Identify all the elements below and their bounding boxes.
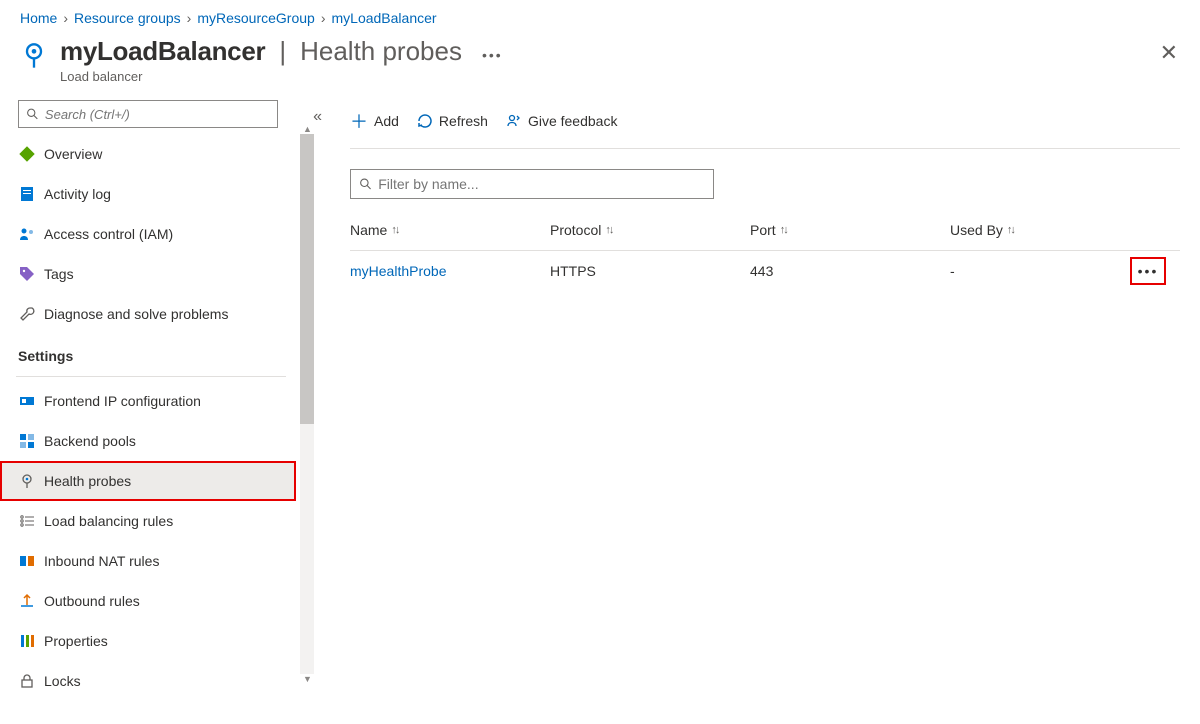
chevron-right-icon: › [63, 10, 68, 26]
cell-protocol: HTTPS [550, 263, 750, 279]
log-icon [18, 185, 36, 203]
add-button[interactable]: ＋ Add [350, 108, 399, 134]
properties-icon [18, 632, 36, 650]
sidebar-item-label: Frontend IP configuration [44, 393, 201, 409]
sidebar-item-label: Inbound NAT rules [44, 553, 159, 569]
cell-port: 443 [750, 263, 950, 279]
table-row[interactable]: myHealthProbe HTTPS 443 - ••• [350, 251, 1180, 291]
breadcrumb-home[interactable]: Home [20, 10, 57, 26]
breadcrumb-resource-groups[interactable]: Resource groups [74, 10, 181, 26]
sidebar-section-settings: Settings [0, 334, 296, 372]
search-icon [26, 107, 39, 121]
page-header: myLoadBalancer | Health probes ••• Load … [0, 32, 1200, 94]
sort-icon: ↑↓ [780, 224, 787, 236]
add-label: Add [374, 113, 399, 129]
refresh-label: Refresh [439, 113, 488, 129]
sidebar-item-lb-rules[interactable]: Load balancing rules [0, 501, 296, 541]
scrollbar-thumb[interactable] [300, 134, 314, 424]
sidebar-item-health-probes[interactable]: Health probes [0, 461, 296, 501]
sidebar: « ▲ ▼ Overview Activity log Access contr… [0, 94, 296, 718]
sidebar-item-backend-pools[interactable]: Backend pools [0, 421, 296, 461]
breadcrumb-loadbalancer[interactable]: myLoadBalancer [332, 10, 437, 26]
sort-icon: ↑↓ [391, 224, 398, 236]
plus-icon: ＋ [350, 108, 368, 134]
filter-input[interactable] [378, 176, 705, 192]
loadbalancer-icon [20, 42, 48, 70]
resource-type-label: Load balancer [60, 69, 503, 84]
breadcrumb: Home › Resource groups › myResourceGroup… [0, 0, 1200, 32]
sidebar-item-label: Locks [44, 673, 81, 689]
refresh-button[interactable]: Refresh [417, 113, 488, 129]
cell-used-by: - [950, 263, 1130, 279]
title-more-button[interactable]: ••• [482, 47, 503, 63]
collapse-sidebar-button[interactable]: « [313, 108, 322, 126]
sidebar-scrollbar[interactable]: ▲ ▼ [300, 134, 314, 674]
sidebar-item-label: Health probes [44, 473, 131, 489]
sidebar-item-inbound-nat[interactable]: Inbound NAT rules [0, 541, 296, 581]
col-name[interactable]: Name↑↓ [350, 222, 550, 238]
sidebar-item-label: Tags [44, 266, 74, 282]
sidebar-item-label: Access control (IAM) [44, 226, 173, 242]
search-icon [359, 177, 372, 191]
col-protocol[interactable]: Protocol↑↓ [550, 222, 750, 238]
tag-icon [18, 265, 36, 283]
frontend-ip-icon [18, 392, 36, 410]
feedback-label: Give feedback [528, 113, 618, 129]
row-context-menu-button[interactable]: ••• [1130, 257, 1166, 285]
sidebar-item-locks[interactable]: Locks [0, 661, 296, 701]
sidebar-search[interactable] [18, 100, 278, 128]
sidebar-item-label: Backend pools [44, 433, 136, 449]
sidebar-search-input[interactable] [45, 107, 270, 122]
sidebar-item-properties[interactable]: Properties [0, 621, 296, 661]
nat-icon [18, 552, 36, 570]
sidebar-item-outbound-rules[interactable]: Outbound rules [0, 581, 296, 621]
page-title-resource: myLoadBalancer [60, 36, 265, 67]
sidebar-item-tags[interactable]: Tags [0, 254, 296, 294]
breadcrumb-resource-group[interactable]: myResourceGroup [197, 10, 315, 26]
wrench-icon [18, 305, 36, 323]
sidebar-item-label: Overview [44, 146, 102, 162]
backend-pools-icon [18, 432, 36, 450]
sidebar-item-iam[interactable]: Access control (IAM) [0, 214, 296, 254]
feedback-button[interactable]: Give feedback [506, 113, 618, 129]
chevron-right-icon: › [321, 10, 326, 26]
close-icon[interactable]: ✕ [1160, 40, 1178, 66]
filter-input-wrap[interactable] [350, 169, 714, 199]
sidebar-item-diagnose[interactable]: Diagnose and solve problems [0, 294, 296, 334]
lock-icon [18, 672, 36, 690]
ellipsis-icon: ••• [1138, 263, 1159, 279]
probe-icon [18, 472, 36, 490]
sidebar-item-label: Activity log [44, 186, 111, 202]
sidebar-item-overview[interactable]: Overview [0, 134, 296, 174]
iam-icon [18, 225, 36, 243]
outbound-icon [18, 592, 36, 610]
sidebar-item-label: Diagnose and solve problems [44, 306, 228, 322]
sort-icon: ↑↓ [1007, 224, 1014, 236]
diamond-icon [18, 145, 36, 163]
refresh-icon [417, 113, 433, 129]
main-content: ＋ Add Refresh Give feedback Name↑↓ Proto… [296, 94, 1200, 718]
sidebar-item-activity-log[interactable]: Activity log [0, 174, 296, 214]
chevron-right-icon: › [187, 10, 192, 26]
page-title-blade: Health probes [300, 36, 462, 67]
toolbar: ＋ Add Refresh Give feedback [350, 104, 1180, 149]
sidebar-item-frontend-ip[interactable]: Frontend IP configuration [0, 381, 296, 421]
col-used-by[interactable]: Used By↑↓ [950, 222, 1130, 238]
sidebar-item-label: Properties [44, 633, 108, 649]
lb-rules-icon [18, 512, 36, 530]
probes-table: Name↑↓ Protocol↑↓ Port↑↓ Used By↑↓ myHea… [350, 209, 1180, 291]
sidebar-item-label: Outbound rules [44, 593, 140, 609]
sort-icon: ↑↓ [605, 224, 612, 236]
feedback-icon [506, 113, 522, 129]
sidebar-item-label: Load balancing rules [44, 513, 173, 529]
col-port[interactable]: Port↑↓ [750, 222, 950, 238]
probe-name-link[interactable]: myHealthProbe [350, 263, 447, 279]
